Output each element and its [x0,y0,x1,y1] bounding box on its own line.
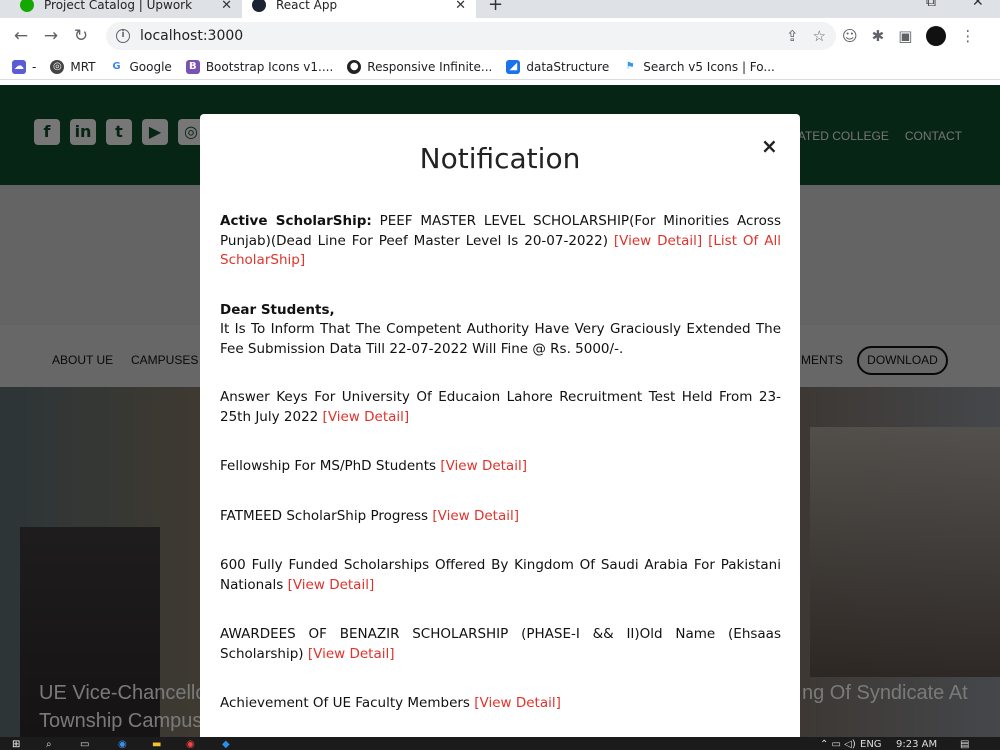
view-detail-link[interactable]: [View Detail] [614,233,702,249]
chart-icon: ◢ [506,59,521,74]
language-indicator[interactable]: ENG [860,739,882,750]
cloud-icon: ☁ [12,59,26,74]
search-icon[interactable]: ⌕ [46,739,52,750]
flag-icon: ⚑ [623,59,638,74]
windows-taskbar: ⊞ ⌕ ▭ ◉ ▬ ◉ ◆ ⌃ ▭ ◁) ENG 9:23 AM ▤ [0,737,1000,750]
bookmark-bootstrap[interactable]: B Bootstrap Icons v1.... [185,59,334,74]
restore-window-icon[interactable]: ⧉ [926,0,936,10]
notification-text: FATMEED ScholarShip Progress [220,507,433,524]
notification-lead: Dear Students, [220,301,335,318]
new-tab-icon[interactable]: + [488,0,503,15]
side-panel-icon[interactable]: ▣ [898,27,912,45]
forward-icon[interactable]: → [36,26,66,46]
browser-toolbar: ← → ↻ i localhost:3000 ⇪ ☆ ☺ ✱ ▣ ⋮ [0,18,1000,54]
tab-title: Project Catalog | Upwork [44,0,193,12]
bookmark-responsive[interactable]: ● Responsive Infinite... [347,59,493,74]
share-icon[interactable]: ⇪ [786,27,799,45]
view-detail-link[interactable]: [View Detail] [288,577,375,593]
reload-icon[interactable]: ↻ [66,26,96,46]
address-bar[interactable]: i localhost:3000 ⇪ ☆ [106,22,836,50]
notification-item: Answer Keys For University Of Educaion L… [220,388,781,427]
bookmark-0[interactable]: ☁ - [12,59,37,74]
tab-upwork[interactable]: Project Catalog | Upwork ✕ [10,0,242,18]
bookmark-label: - [32,59,37,74]
bookmark-label: dataStructure [526,59,610,74]
view-detail-link[interactable]: [View Detail] [308,646,395,662]
github-icon: ● [347,59,362,74]
notification-text: Achievement Of UE Faculty Members [220,695,475,711]
bookmark-google[interactable]: G Google [109,59,172,74]
view-detail-link[interactable]: [View Detail] [323,409,410,425]
clock[interactable]: 9:23 AM [896,739,937,750]
view-detail-link[interactable]: [View Detail] [474,695,561,711]
bookmark-fontawesome[interactable]: ⚑ Search v5 Icons | Fo... [623,59,775,74]
notifications-icon[interactable]: ▤ [960,739,969,750]
profile-avatar[interactable] [926,26,947,46]
tab-title: React App [276,0,338,12]
file-explorer-icon[interactable]: ▬ [152,739,161,750]
windows-start-icon[interactable]: ⊞ [12,739,20,750]
notification-item: Dear Students, It Is To Inform That The C… [220,301,781,360]
extensions-puzzle-icon[interactable]: ✱ [872,27,885,45]
notification-item: FATMEED ScholarShip Progress [View Detai… [220,507,781,527]
vscode-icon[interactable]: ◆ [222,739,230,750]
info-icon[interactable]: i [116,29,130,43]
task-view-icon[interactable]: ▭ [80,739,89,750]
tab-strip: Project Catalog | Upwork ✕ React App ✕ +… [0,0,1000,18]
notification-text: Answer Keys For University Of Educaion L… [220,389,781,425]
chrome-icon[interactable]: ◉ [186,739,195,750]
bookmark-mrt[interactable]: ◎ MRT [50,59,96,74]
extension-face-icon[interactable]: ☺ [842,27,858,45]
notification-item: Achievement Of UE Faculty Members [View … [220,694,781,714]
react-icon [252,0,266,12]
notification-lead: Active ScholarShip: [220,213,372,229]
notification-modal: Notification × Active ScholarShip: PEEF … [200,114,800,737]
close-tab-icon[interactable]: ✕ [455,0,466,13]
close-window-icon[interactable]: ✕ [972,0,984,10]
close-modal-button[interactable]: × [761,134,778,158]
notification-list: Active ScholarShip: PEEF MASTER LEVEL SC… [220,212,781,737]
tab-react-app[interactable]: React App ✕ [242,0,476,18]
bookmarks-bar: ☁ - ◎ MRT G Google B Bootstrap Icons v1.... … [0,54,1000,80]
close-tab-icon[interactable]: ✕ [221,0,232,13]
modal-title: Notification [419,142,581,175]
bookmark-label: MRT [70,59,96,74]
notification-text: It Is To Inform That The Competent Autho… [220,321,781,357]
notification-item: 600 Fully Funded Scholarships Offered By… [220,556,781,595]
back-icon[interactable]: ← [6,26,36,46]
bookmark-label: Google [129,59,172,74]
bootstrap-icon: B [185,59,200,74]
notification-item: AWARDEES OF BENAZIR SCHOLARSHIP (PHASE-I… [220,625,781,664]
system-tray-icons[interactable]: ⌃ ▭ ◁) [820,739,856,750]
bookmark-label: Bootstrap Icons v1.... [205,59,334,74]
address-text: localhost:3000 [140,28,244,44]
notification-item: Fellowship For MS/PhD Students [View Det… [220,457,781,477]
google-icon: G [109,59,124,74]
notification-item: Active ScholarShip: PEEF MASTER LEVEL SC… [220,212,781,271]
view-detail-link[interactable]: [View Detail] [440,458,527,474]
upwork-icon [20,0,34,12]
bookmark-datastructure[interactable]: ◢ dataStructure [506,59,610,74]
bookmark-label: Search v5 Icons | Fo... [643,59,775,74]
notification-text: AWARDEES OF BENAZIR SCHOLARSHIP (PHASE-I… [220,626,781,662]
bookmark-label: Responsive Infinite... [367,59,493,74]
bookmark-star-icon[interactable]: ☆ [813,27,826,45]
menu-kebab-icon[interactable]: ⋮ [960,27,975,45]
view-detail-link[interactable]: [View Detail] [432,508,519,524]
edge-icon[interactable]: ◉ [118,739,127,750]
globe-icon: ◎ [50,59,65,74]
notification-text: Fellowship For MS/PhD Students [220,458,441,474]
